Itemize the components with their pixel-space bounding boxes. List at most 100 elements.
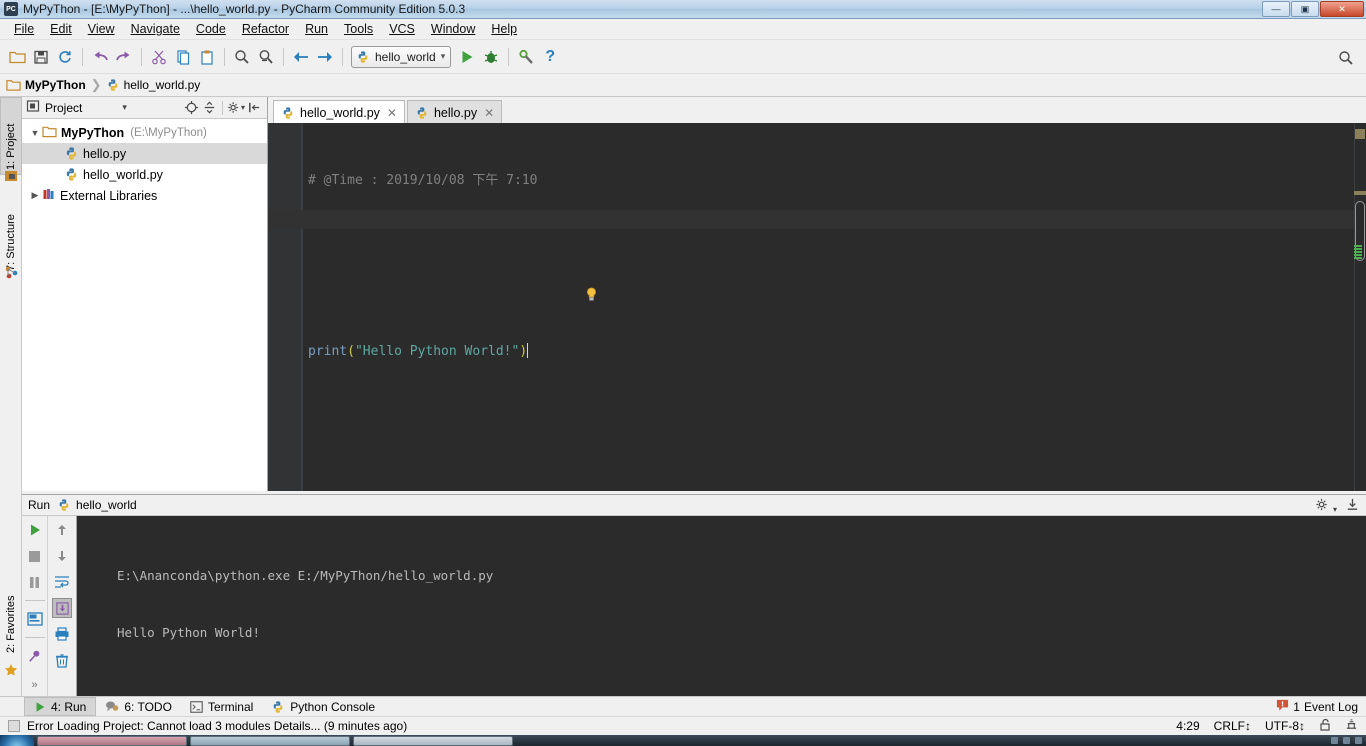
menu-help[interactable]: Help [483, 20, 525, 38]
editor-scrollbar-thumb[interactable] [1354, 201, 1365, 261]
taskbar-item-2[interactable] [190, 735, 350, 746]
settings-gear-icon[interactable]: ▾ [1315, 497, 1337, 515]
soft-wrap-icon[interactable] [52, 572, 72, 592]
bottom-tab-todo[interactable]: 6: TODO [96, 697, 181, 716]
scroll-to-end-icon[interactable] [52, 598, 72, 618]
undo-icon[interactable] [88, 45, 112, 69]
caret-position[interactable]: 4:29 [1176, 719, 1199, 733]
help-icon[interactable]: ? [538, 45, 562, 69]
code-editor[interactable]: # @Time : 2019/10/08 下午 7:10 print("Hell… [268, 123, 1366, 491]
file-encoding[interactable]: UTF-8↕ [1265, 719, 1305, 733]
bottom-tab-run[interactable]: 4: Run [24, 697, 97, 716]
menu-help-label: Help [491, 22, 518, 36]
find-icon[interactable] [230, 45, 254, 69]
unlocked-icon[interactable] [1319, 718, 1331, 734]
redo-icon[interactable] [112, 45, 136, 69]
menu-refactor[interactable]: Refactor [234, 20, 297, 38]
copy-icon[interactable] [171, 45, 195, 69]
paste-icon[interactable] [195, 45, 219, 69]
tray-icon-2[interactable] [1343, 737, 1350, 744]
line-separator[interactable]: CRLF↕ [1214, 719, 1251, 733]
sidebar-item-favorites[interactable]: 2: Favorites [0, 567, 22, 657]
open-folder-icon[interactable] [5, 45, 29, 69]
tree-row-hello-world-py[interactable]: hello_world.py [22, 164, 267, 185]
replace-icon[interactable] [254, 45, 278, 69]
save-all-icon[interactable] [29, 45, 53, 69]
expand-more-icon[interactable]: » [25, 675, 45, 695]
scroll-up-icon[interactable] [52, 520, 72, 540]
collapse-all-icon[interactable] [200, 99, 218, 117]
editor-tab-hello[interactable]: hello.py ✕ [406, 100, 503, 124]
toolbar-separator-2 [141, 47, 142, 66]
run-icon[interactable] [455, 45, 479, 69]
error-stripe[interactable] [1354, 123, 1366, 491]
run-console-output[interactable]: E:\Ananconda\python.exe E:/MyPyThon/hell… [77, 516, 1366, 746]
locate-icon[interactable] [182, 99, 200, 117]
stop-icon[interactable] [25, 546, 45, 566]
tool-tab-structure-label: 7: Structure [5, 214, 17, 271]
scroll-down-icon[interactable] [52, 546, 72, 566]
search-everywhere-icon[interactable] [1334, 46, 1358, 70]
window-controls: — ▣ ✕ [1262, 1, 1364, 17]
hide-window-icon[interactable] [1345, 497, 1360, 515]
clear-all-icon[interactable] [52, 650, 72, 670]
stripe-marker[interactable] [1355, 129, 1365, 139]
breadcrumb-item-file[interactable]: hello_world.py [106, 78, 204, 92]
sidebar-item-project[interactable]: 1: Project [0, 97, 22, 175]
event-log-button[interactable]: 1 Event Log [1276, 699, 1358, 715]
editor-gutter[interactable] [268, 123, 302, 491]
hide-icon[interactable] [245, 99, 263, 117]
menu-navigate[interactable]: Navigate [123, 20, 188, 38]
bottom-tab-terminal-label: Terminal [207, 699, 254, 714]
back-icon[interactable] [289, 45, 313, 69]
pin-tab-icon[interactable] [25, 646, 45, 666]
menu-code[interactable]: Code [188, 20, 234, 38]
menu-view[interactable]: View [80, 20, 123, 38]
close-icon[interactable]: ✕ [484, 106, 494, 120]
close-icon[interactable]: ✕ [387, 106, 397, 120]
tray-icon-1[interactable] [1331, 737, 1338, 744]
tree-row-external-libraries[interactable]: ▶ External Libraries [22, 185, 267, 206]
menu-vcs[interactable]: VCS [381, 20, 423, 38]
debug-icon[interactable] [479, 45, 503, 69]
sync-icon[interactable] [53, 45, 77, 69]
tree-row-hello-py[interactable]: hello.py [22, 143, 267, 164]
tray-icon-3[interactable] [1355, 737, 1362, 744]
python-file-icon [57, 498, 71, 512]
menu-window[interactable]: Window [423, 20, 483, 38]
menu-run[interactable]: Run [297, 20, 336, 38]
bottom-tab-python-console[interactable]: Python Console [262, 697, 384, 716]
maximize-button[interactable]: ▣ [1291, 1, 1319, 17]
cut-icon[interactable] [147, 45, 171, 69]
taskbar-item-1[interactable] [37, 735, 187, 746]
collapse-arrow-icon[interactable]: ▶ [28, 190, 42, 201]
lightbulb-icon[interactable] [585, 287, 598, 302]
bottom-tab-terminal[interactable]: Terminal [181, 697, 262, 716]
breadcrumb-item-project[interactable]: MyPyThon [6, 78, 89, 92]
chevron-down-icon[interactable]: ▾ [441, 51, 446, 62]
taskbar-item-3[interactable] [353, 735, 513, 746]
start-button[interactable] [0, 735, 34, 746]
status-message[interactable]: Error Loading Project: Cannot load 3 mod… [27, 719, 407, 733]
notification-icon [1276, 699, 1289, 715]
settings-gear-icon[interactable]: ▾ [227, 99, 245, 117]
inspections-icon[interactable] [1345, 718, 1358, 734]
project-scope-chevron-icon[interactable]: ▾ [122, 102, 127, 113]
expand-arrow-icon[interactable]: ▼ [28, 128, 42, 138]
print-icon[interactable] [52, 624, 72, 644]
status-indicator-icon[interactable] [8, 720, 20, 732]
tree-row-project-root[interactable]: ▼ MyPyThon (E:\MyPyThon) [22, 122, 267, 143]
forward-icon[interactable] [313, 45, 337, 69]
menu-file[interactable]: File [6, 20, 42, 38]
run-configuration-selector[interactable]: hello_world ▾ [351, 45, 452, 68]
show-toolwindow-icon[interactable] [25, 609, 45, 629]
sidebar-item-structure[interactable]: 7: Structure [0, 189, 22, 275]
minimize-button[interactable]: — [1262, 1, 1290, 17]
close-button[interactable]: ✕ [1320, 1, 1364, 17]
rerun-icon[interactable] [25, 520, 45, 540]
editor-tab-hello-world[interactable]: hello_world.py ✕ [273, 100, 405, 124]
menu-edit[interactable]: Edit [42, 20, 80, 38]
menu-tools[interactable]: Tools [336, 20, 381, 38]
settings-wrench-icon[interactable] [514, 45, 538, 69]
pause-icon[interactable] [25, 572, 45, 592]
